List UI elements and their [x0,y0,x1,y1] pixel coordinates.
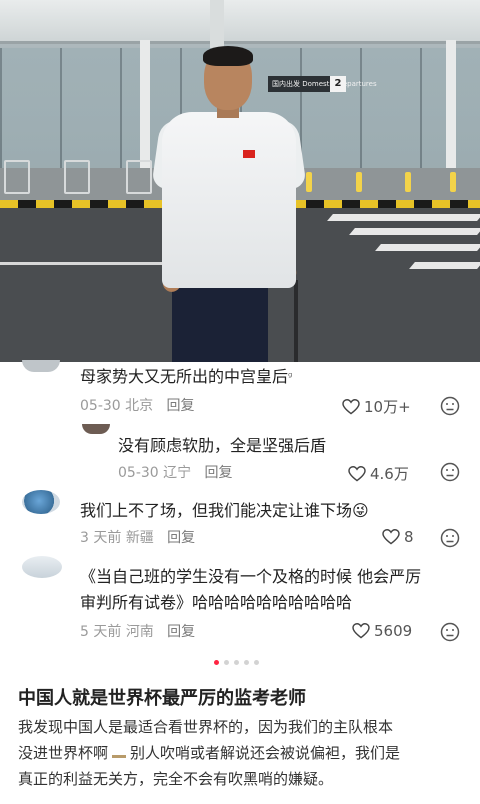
dislike-face-icon[interactable] [440,396,460,416]
note-body: 我发现中国人是最适合看世界杯的，因为我们的主队根本 没进世界杯啊 别人吹哨或者解说… [18,714,466,792]
reply-button[interactable]: 回复 [167,530,195,546]
like-count: 10万+ [364,398,411,416]
note-body-line: 没进世界杯啊 别人吹哨或者解说还会被说偏袒，我们是 [18,744,401,762]
like-button[interactable]: 8 [382,528,414,546]
heart-icon [352,623,370,639]
note-body-line: 真正的利益无关方，完全不会有吹黑哨的嫌疑。 [18,770,334,788]
comment-meta: 05-30 北京 回复 [80,398,195,414]
carousel-dot[interactable] [234,660,239,665]
like-button[interactable]: 10万+ [342,396,411,417]
comment-meta: 05-30 辽宁 回复 [118,465,233,481]
carousel-dot[interactable] [244,660,249,665]
avatar[interactable] [22,360,60,372]
carousel-indicator [214,660,259,665]
comment-text-line: 《当自己班的学生没有一个及格的时候 他会严厉 [80,567,422,586]
reply-button[interactable]: 回复 [167,398,195,414]
comment-text: 没有顾虑软肋，全是坚强后盾 [118,436,327,455]
avatar[interactable] [82,424,110,434]
note-body-line: 我发现中国人是最适合看世界杯的，因为我们的主队根本 [18,718,394,736]
like-button[interactable]: 4.6万 [348,463,409,484]
reply-button[interactable]: 回复 [167,624,195,640]
comment-item[interactable]: 母家势大又无所出的中宫皇后ᵍ 05-30 北京 回复 10万+ [0,360,480,424]
emoji-icon [112,748,127,758]
like-count: 8 [404,528,414,546]
person-figure [0,0,480,362]
heart-icon [342,398,360,414]
comment-text: 母家势大又无所出的中宫皇后ᵍ [80,367,293,386]
avatar[interactable] [22,556,62,578]
like-count: 4.6万 [370,465,409,483]
post-photo[interactable]: 国内出发 Domestic Departures 2 [0,0,480,362]
dislike-face-icon[interactable] [440,462,460,482]
dislike-face-icon[interactable] [440,622,460,642]
heart-icon [382,529,400,545]
dislike-face-icon[interactable] [440,528,460,548]
avatar[interactable] [22,490,60,514]
emoji-icon: 😜 [352,501,369,520]
shirt [162,112,296,288]
carousel-dot[interactable] [254,660,259,665]
comment-item[interactable]: 没有顾虑软肋，全是坚强后盾 05-30 辽宁 回复 4.6万 [0,424,480,488]
reply-button[interactable]: 回复 [205,465,233,481]
comment-meta: 3 天前 新疆 回复 [80,530,196,546]
comment-text: 我们上不了场，但我们能决定让谁下场😜 [80,501,369,520]
comment-item[interactable]: 《当自己班的学生没有一个及格的时候 他会严厉 审判所有试卷》哈哈哈哈哈哈哈哈哈哈… [0,552,480,648]
carousel-dot[interactable] [214,660,219,665]
like-count: 5609 [374,622,413,640]
like-button[interactable]: 5609 [352,622,412,640]
note-title: 中国人就是世界杯最严厉的监考老师 [18,688,306,709]
comment-meta: 5 天前 河南 回复 [80,624,196,640]
pants [172,282,268,362]
flag-icon [243,150,255,158]
comment-item[interactable]: 我们上不了场，但我们能决定让谁下场😜 3 天前 新疆 回复 8 [0,488,480,552]
carousel-dot[interactable] [224,660,229,665]
heart-icon [348,465,366,481]
comment-text-line: 审判所有试卷》哈哈哈哈哈哈哈哈哈哈 [80,593,353,612]
hair [203,46,253,66]
